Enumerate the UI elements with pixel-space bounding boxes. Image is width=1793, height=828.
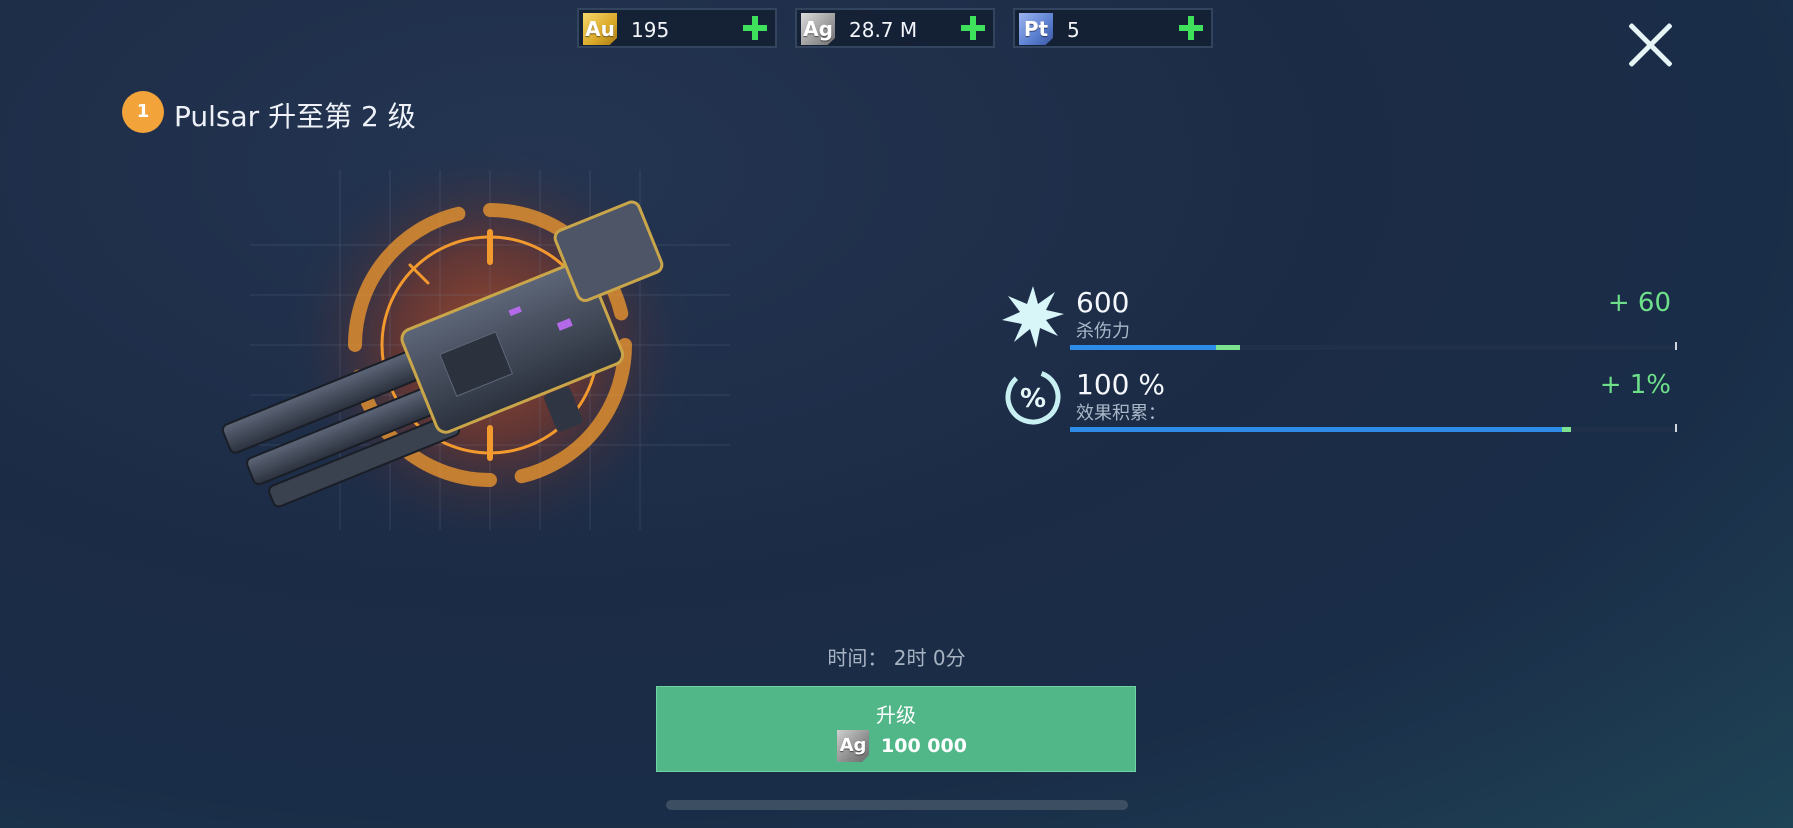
scrollbar[interactable] [666, 800, 1128, 810]
resource-platinum: Pt 5 [1013, 8, 1213, 48]
platinum-icon: Pt [1019, 13, 1053, 45]
effect-progress-fill [1070, 427, 1562, 432]
effect-bonus: + 1% [1599, 370, 1671, 400]
percent-ring-icon: % [1005, 369, 1061, 425]
effect-label: 效果积累： [1076, 403, 1166, 424]
starburst-icon [1002, 286, 1064, 348]
platinum-amount: 5 [1067, 18, 1080, 42]
resource-gold: Au 195 [577, 8, 777, 48]
step-badge: 1 [122, 91, 164, 133]
silver-icon: Ag [837, 730, 869, 762]
page-title: Pulsar 升至第 2 级 [174, 100, 416, 133]
close-icon[interactable] [1628, 22, 1674, 68]
effect-value: 100 % [1076, 368, 1165, 401]
weapon-image [221, 150, 730, 555]
resource-silver: Ag 28.7 M [795, 8, 995, 48]
add-gold-button[interactable] [743, 16, 767, 40]
gold-icon: Au [583, 13, 617, 45]
add-platinum-button[interactable] [1179, 16, 1203, 40]
damage-label: 杀伤力 [1076, 321, 1130, 342]
damage-value: 600 [1076, 286, 1130, 319]
svg-text:%: % [1020, 384, 1046, 414]
damage-progress-fill [1070, 345, 1216, 350]
effect-progress-bonus [1561, 427, 1571, 432]
upgrade-button-label: 升级 [876, 703, 916, 727]
damage-progress-end [1675, 342, 1677, 350]
upgrade-time: 时间： 2时 0分 [827, 646, 966, 670]
damage-progress-bonus [1215, 345, 1240, 350]
upgrade-button[interactable]: 升级 Ag 100 000 [656, 686, 1136, 772]
damage-bonus: + 60 [1607, 288, 1671, 318]
effect-progress-end [1675, 424, 1677, 432]
effect-progress-bar [1070, 424, 1677, 432]
add-silver-button[interactable] [961, 16, 985, 40]
silver-icon: Ag [801, 13, 835, 45]
silver-amount: 28.7 M [849, 18, 918, 42]
upgrade-cost: 100 000 [881, 735, 967, 757]
damage-progress-bar [1070, 342, 1677, 350]
gold-amount: 195 [631, 18, 670, 42]
